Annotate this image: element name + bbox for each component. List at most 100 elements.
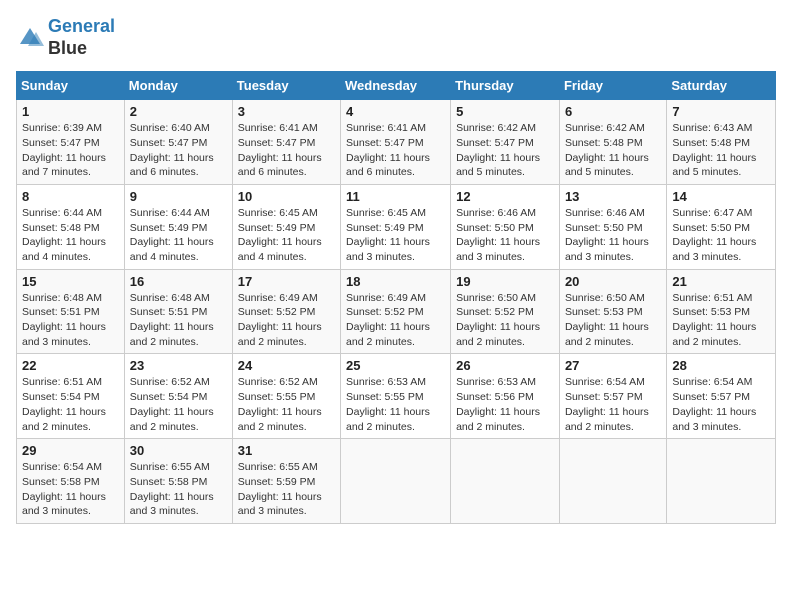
day-number: 16: [130, 274, 227, 289]
day-number: 27: [565, 358, 661, 373]
day-number: 4: [346, 104, 445, 119]
day-number: 28: [672, 358, 770, 373]
day-info: Sunrise: 6:47 AMSunset: 5:50 PMDaylight:…: [672, 206, 770, 265]
day-number: 13: [565, 189, 661, 204]
day-number: 14: [672, 189, 770, 204]
calendar-week-row: 15 Sunrise: 6:48 AMSunset: 5:51 PMDaylig…: [17, 269, 776, 354]
day-info: Sunrise: 6:49 AMSunset: 5:52 PMDaylight:…: [346, 291, 445, 350]
calendar-cell: 26 Sunrise: 6:53 AMSunset: 5:56 PMDaylig…: [451, 354, 560, 439]
day-number: 18: [346, 274, 445, 289]
weekday-header: Friday: [559, 72, 666, 100]
day-number: 31: [238, 443, 335, 458]
calendar-cell: 24 Sunrise: 6:52 AMSunset: 5:55 PMDaylig…: [232, 354, 340, 439]
calendar-cell: 11 Sunrise: 6:45 AMSunset: 5:49 PMDaylig…: [341, 184, 451, 269]
day-info: Sunrise: 6:53 AMSunset: 5:56 PMDaylight:…: [456, 375, 554, 434]
page-header: General Blue: [16, 16, 776, 59]
calendar-header: SundayMondayTuesdayWednesdayThursdayFrid…: [17, 72, 776, 100]
day-info: Sunrise: 6:46 AMSunset: 5:50 PMDaylight:…: [565, 206, 661, 265]
calendar-cell: [451, 439, 560, 524]
day-number: 5: [456, 104, 554, 119]
calendar-cell: 17 Sunrise: 6:49 AMSunset: 5:52 PMDaylig…: [232, 269, 340, 354]
day-info: Sunrise: 6:41 AMSunset: 5:47 PMDaylight:…: [238, 121, 335, 180]
day-number: 15: [22, 274, 119, 289]
calendar-cell: 29 Sunrise: 6:54 AMSunset: 5:58 PMDaylig…: [17, 439, 125, 524]
calendar-cell: [559, 439, 666, 524]
day-info: Sunrise: 6:45 AMSunset: 5:49 PMDaylight:…: [238, 206, 335, 265]
calendar-cell: 13 Sunrise: 6:46 AMSunset: 5:50 PMDaylig…: [559, 184, 666, 269]
calendar-cell: [341, 439, 451, 524]
day-info: Sunrise: 6:55 AMSunset: 5:59 PMDaylight:…: [238, 460, 335, 519]
day-number: 10: [238, 189, 335, 204]
day-info: Sunrise: 6:44 AMSunset: 5:48 PMDaylight:…: [22, 206, 119, 265]
weekday-header: Monday: [124, 72, 232, 100]
day-info: Sunrise: 6:51 AMSunset: 5:53 PMDaylight:…: [672, 291, 770, 350]
calendar-cell: 16 Sunrise: 6:48 AMSunset: 5:51 PMDaylig…: [124, 269, 232, 354]
calendar-cell: 18 Sunrise: 6:49 AMSunset: 5:52 PMDaylig…: [341, 269, 451, 354]
calendar-week-row: 8 Sunrise: 6:44 AMSunset: 5:48 PMDayligh…: [17, 184, 776, 269]
calendar-cell: 25 Sunrise: 6:53 AMSunset: 5:55 PMDaylig…: [341, 354, 451, 439]
calendar-cell: 12 Sunrise: 6:46 AMSunset: 5:50 PMDaylig…: [451, 184, 560, 269]
day-info: Sunrise: 6:52 AMSunset: 5:55 PMDaylight:…: [238, 375, 335, 434]
day-info: Sunrise: 6:50 AMSunset: 5:52 PMDaylight:…: [456, 291, 554, 350]
day-number: 26: [456, 358, 554, 373]
calendar-cell: 31 Sunrise: 6:55 AMSunset: 5:59 PMDaylig…: [232, 439, 340, 524]
calendar-cell: 4 Sunrise: 6:41 AMSunset: 5:47 PMDayligh…: [341, 100, 451, 185]
day-number: 6: [565, 104, 661, 119]
day-info: Sunrise: 6:51 AMSunset: 5:54 PMDaylight:…: [22, 375, 119, 434]
day-info: Sunrise: 6:55 AMSunset: 5:58 PMDaylight:…: [130, 460, 227, 519]
day-info: Sunrise: 6:42 AMSunset: 5:48 PMDaylight:…: [565, 121, 661, 180]
day-number: 17: [238, 274, 335, 289]
day-info: Sunrise: 6:42 AMSunset: 5:47 PMDaylight:…: [456, 121, 554, 180]
day-info: Sunrise: 6:54 AMSunset: 5:57 PMDaylight:…: [672, 375, 770, 434]
day-info: Sunrise: 6:41 AMSunset: 5:47 PMDaylight:…: [346, 121, 445, 180]
day-number: 8: [22, 189, 119, 204]
calendar-cell: 28 Sunrise: 6:54 AMSunset: 5:57 PMDaylig…: [667, 354, 776, 439]
weekday-header: Saturday: [667, 72, 776, 100]
day-number: 1: [22, 104, 119, 119]
calendar-cell: 1 Sunrise: 6:39 AMSunset: 5:47 PMDayligh…: [17, 100, 125, 185]
calendar-cell: 27 Sunrise: 6:54 AMSunset: 5:57 PMDaylig…: [559, 354, 666, 439]
calendar-week-row: 29 Sunrise: 6:54 AMSunset: 5:58 PMDaylig…: [17, 439, 776, 524]
calendar-cell: 14 Sunrise: 6:47 AMSunset: 5:50 PMDaylig…: [667, 184, 776, 269]
day-info: Sunrise: 6:54 AMSunset: 5:58 PMDaylight:…: [22, 460, 119, 519]
day-number: 19: [456, 274, 554, 289]
calendar-cell: 9 Sunrise: 6:44 AMSunset: 5:49 PMDayligh…: [124, 184, 232, 269]
calendar-week-row: 1 Sunrise: 6:39 AMSunset: 5:47 PMDayligh…: [17, 100, 776, 185]
day-number: 22: [22, 358, 119, 373]
day-number: 30: [130, 443, 227, 458]
day-info: Sunrise: 6:40 AMSunset: 5:47 PMDaylight:…: [130, 121, 227, 180]
calendar-cell: 30 Sunrise: 6:55 AMSunset: 5:58 PMDaylig…: [124, 439, 232, 524]
day-info: Sunrise: 6:49 AMSunset: 5:52 PMDaylight:…: [238, 291, 335, 350]
day-info: Sunrise: 6:43 AMSunset: 5:48 PMDaylight:…: [672, 121, 770, 180]
calendar-cell: 22 Sunrise: 6:51 AMSunset: 5:54 PMDaylig…: [17, 354, 125, 439]
calendar-cell: 20 Sunrise: 6:50 AMSunset: 5:53 PMDaylig…: [559, 269, 666, 354]
calendar-cell: 21 Sunrise: 6:51 AMSunset: 5:53 PMDaylig…: [667, 269, 776, 354]
calendar-cell: 5 Sunrise: 6:42 AMSunset: 5:47 PMDayligh…: [451, 100, 560, 185]
calendar-cell: 15 Sunrise: 6:48 AMSunset: 5:51 PMDaylig…: [17, 269, 125, 354]
day-number: 23: [130, 358, 227, 373]
day-number: 25: [346, 358, 445, 373]
logo-icon: [16, 24, 44, 52]
calendar-cell: 3 Sunrise: 6:41 AMSunset: 5:47 PMDayligh…: [232, 100, 340, 185]
calendar-cell: 8 Sunrise: 6:44 AMSunset: 5:48 PMDayligh…: [17, 184, 125, 269]
calendar-cell: 6 Sunrise: 6:42 AMSunset: 5:48 PMDayligh…: [559, 100, 666, 185]
weekday-header: Tuesday: [232, 72, 340, 100]
day-number: 7: [672, 104, 770, 119]
calendar-week-row: 22 Sunrise: 6:51 AMSunset: 5:54 PMDaylig…: [17, 354, 776, 439]
logo: General Blue: [16, 16, 115, 59]
day-info: Sunrise: 6:45 AMSunset: 5:49 PMDaylight:…: [346, 206, 445, 265]
day-number: 24: [238, 358, 335, 373]
weekday-header: Sunday: [17, 72, 125, 100]
calendar-cell: 10 Sunrise: 6:45 AMSunset: 5:49 PMDaylig…: [232, 184, 340, 269]
calendar-cell: [667, 439, 776, 524]
day-number: 11: [346, 189, 445, 204]
weekday-header: Wednesday: [341, 72, 451, 100]
calendar-cell: 19 Sunrise: 6:50 AMSunset: 5:52 PMDaylig…: [451, 269, 560, 354]
day-info: Sunrise: 6:48 AMSunset: 5:51 PMDaylight:…: [22, 291, 119, 350]
weekday-header: Thursday: [451, 72, 560, 100]
day-info: Sunrise: 6:46 AMSunset: 5:50 PMDaylight:…: [456, 206, 554, 265]
calendar-cell: 2 Sunrise: 6:40 AMSunset: 5:47 PMDayligh…: [124, 100, 232, 185]
day-info: Sunrise: 6:44 AMSunset: 5:49 PMDaylight:…: [130, 206, 227, 265]
calendar-cell: 23 Sunrise: 6:52 AMSunset: 5:54 PMDaylig…: [124, 354, 232, 439]
day-number: 21: [672, 274, 770, 289]
